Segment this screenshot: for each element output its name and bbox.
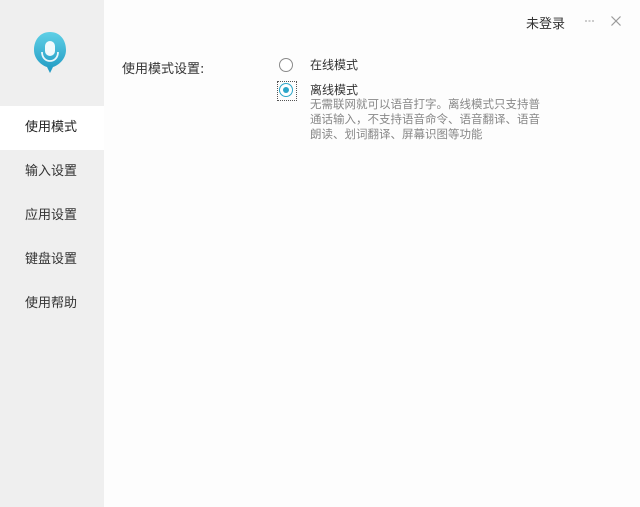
sidebar-item-keyboard-settings[interactable]: 键盘设置	[0, 238, 104, 282]
offline-mode-description: 无需联网就可以语音打字。离线模式只支持普通话输入，不支持语音命令、语音翻译、语音…	[310, 97, 540, 141]
sidebar-item-help[interactable]: 使用帮助	[0, 282, 104, 326]
offline-mode-radio[interactable]	[277, 81, 297, 101]
sidebar-item-usage-mode[interactable]: 使用模式	[0, 106, 104, 150]
sidebar-nav: 使用模式 输入设置 应用设置 键盘设置 使用帮助	[0, 106, 104, 326]
login-link[interactable]: 未登录	[526, 13, 565, 32]
sidebar-item-input-settings[interactable]: 输入设置	[0, 150, 104, 194]
titlebar: 未登录	[340, 0, 640, 40]
focus-ring	[277, 81, 297, 101]
close-icon[interactable]	[608, 13, 624, 29]
settings-window: 使用模式 输入设置 应用设置 键盘设置 使用帮助 未登录 使用模式设置: 在线模…	[0, 0, 640, 507]
sidebar-item-app-settings[interactable]: 应用设置	[0, 194, 104, 238]
app-logo-icon	[32, 30, 68, 74]
sidebar: 使用模式 输入设置 应用设置 键盘设置 使用帮助	[0, 0, 104, 507]
mode-setting-label: 使用模式设置:	[122, 62, 205, 77]
online-mode-radio[interactable]	[279, 58, 293, 72]
online-mode-label: 在线模式	[310, 58, 359, 72]
offline-mode-label: 离线模式	[310, 83, 359, 97]
minimize-icon[interactable]	[582, 13, 598, 29]
